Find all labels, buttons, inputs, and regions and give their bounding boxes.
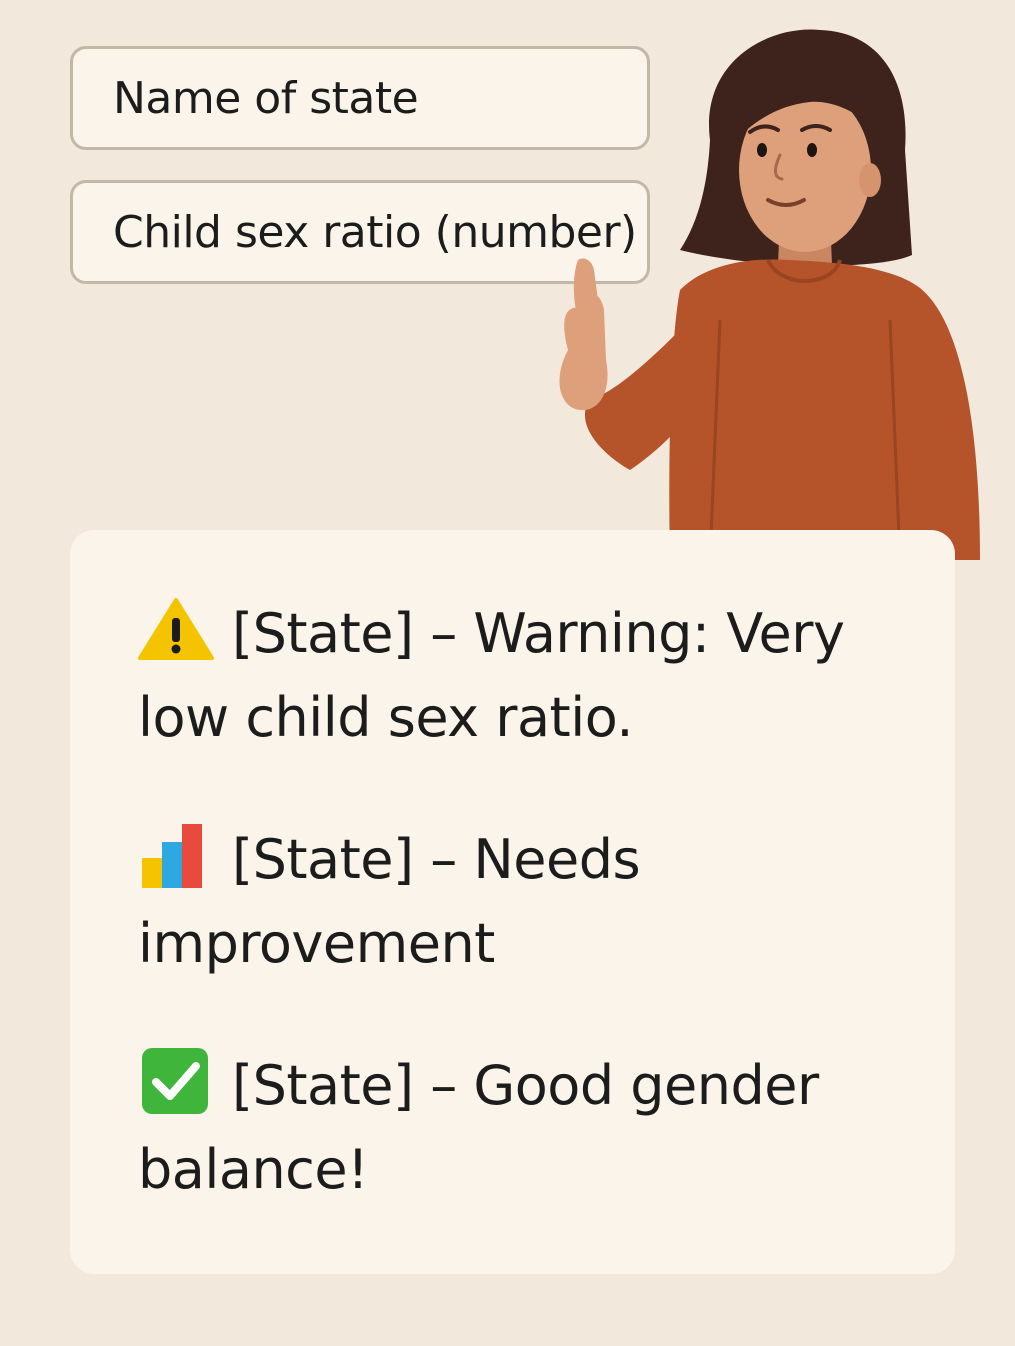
- warning-icon: [138, 596, 214, 662]
- result-good-balance: [State] – Good gender balance!: [138, 1044, 858, 1212]
- results-card: [State] – Warning: Very low child sex ra…: [70, 530, 955, 1274]
- state-name-placeholder: Name of state: [113, 72, 419, 124]
- result-needs-improvement: [State] – Needs improvement: [138, 818, 858, 986]
- result-warning: [State] – Warning: Very low child sex ra…: [138, 592, 858, 760]
- check-mark-icon: [138, 1048, 214, 1114]
- pointing-woman-illustration: [559, 29, 980, 560]
- result-good-balance-text: [State] – Good gender balance!: [138, 1054, 819, 1201]
- bar-chart-icon: [138, 822, 214, 888]
- result-warning-text: [State] – Warning: Very low child sex ra…: [138, 602, 845, 749]
